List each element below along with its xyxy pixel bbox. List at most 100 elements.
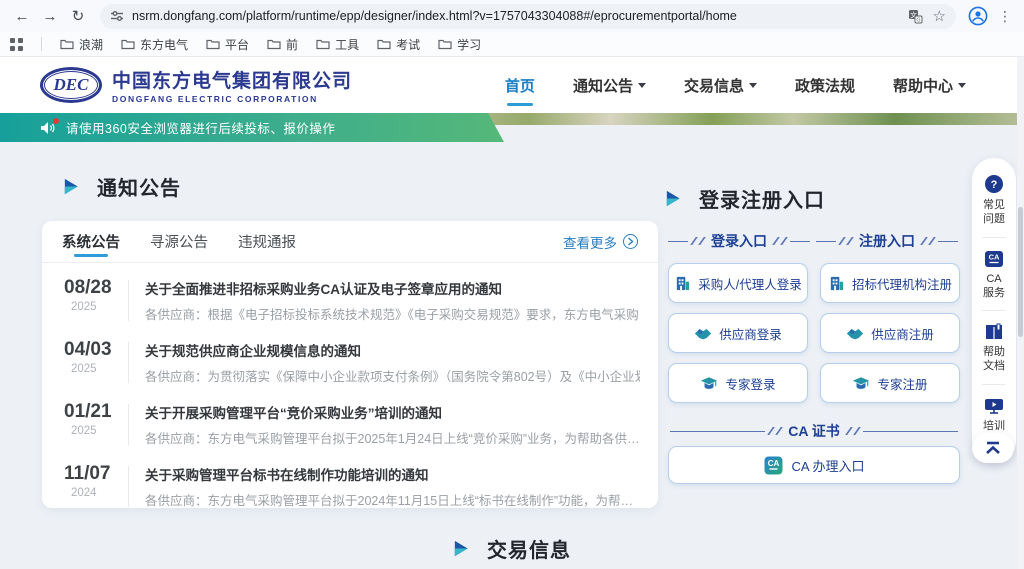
chevron-down-icon [958,83,966,92]
handshake-icon [846,326,864,341]
divider [128,466,129,507]
bookmark-label[interactable]: 浪潮 [79,36,103,53]
reload-icon[interactable]: ↻ [66,4,90,28]
address-bar[interactable]: nsrm.dongfang.com/platform/runtime/epp/d… [100,4,956,29]
notice-title[interactable]: 关于全面推进非招标采购业务CA认证及电子签章应用的通知 [145,278,640,298]
divider [982,237,1006,238]
screen: ← → ↻ nsrm.dongfang.com/platform/runtime… [0,0,1024,569]
bookmark-folder[interactable]: 东方电气 [121,36,188,53]
login-group-label: 登录入口 [668,231,810,251]
bookmark-label[interactable]: 平台 [225,36,249,53]
bookmark-folder[interactable]: 工具 [316,36,359,53]
login-section-title: 登录注册入口 [699,184,825,213]
site-header: DEC 中国东方电气集团有限公司 DONGFANG ELECTRIC CORPO… [0,57,1024,113]
trade-section-header: 交易信息 [452,534,571,563]
nav-home[interactable]: 首页 [505,69,535,102]
building-icon [828,275,845,292]
supplier-register-button[interactable]: 供应商注册 [820,313,960,353]
supplier-login-button[interactable]: 供应商登录 [668,313,808,353]
site-settings-icon[interactable] [110,9,124,23]
back-icon[interactable]: ← [10,4,34,28]
question-icon: ? [984,174,1004,194]
expert-register-button[interactable]: 专家注册 [820,363,960,403]
list-item[interactable]: 04/03 2025 关于规范供应商企业规模信息的通知 各供应商：为贯彻落实《保… [56,331,640,393]
notice-list: 08/28 2025 关于全面推进非招标采购业务CA认证及电子签章应用的通知 各… [42,263,658,517]
browser-notice-banner: 请使用360安全浏览器进行后续投标、报价操作 [0,113,504,142]
expert-login-button[interactable]: 专家登录 [668,363,808,403]
notice-title[interactable]: 关于规范供应商企业规模信息的通知 [145,340,640,360]
graduation-cap-icon [700,376,718,391]
chrome-menu-icon[interactable]: ⋮ [998,8,1012,25]
ca-badge-icon: CA [984,250,1004,268]
bookmark-folder[interactable]: 学习 [438,36,481,53]
help-docs-tool[interactable]: 帮助文档 [981,319,1007,382]
ca-badge-icon: CA [764,456,783,475]
dec-logo[interactable]: DEC 中国东方电气集团有限公司 DONGFANG ELECTRIC CORPO… [40,66,352,104]
section-arrow-icon [62,177,81,196]
bookmark-folder[interactable]: 考试 [377,36,420,53]
section-arrow-icon [452,539,471,558]
notification-dot [53,118,59,124]
notice-date: 08/28 [64,278,116,299]
svg-text:CA: CA [989,252,1000,261]
page-scrollbar[interactable] [1017,57,1024,569]
bookmark-label[interactable]: 前 [286,36,298,53]
bookmark-label[interactable]: 东方电气 [140,36,188,53]
bookmark-folder[interactable]: 平台 [206,36,249,53]
view-more-link[interactable]: 查看更多 [563,232,638,252]
notice-date: 11/07 [64,464,116,485]
forward-icon[interactable]: → [38,4,62,28]
document-icon [984,323,1004,341]
company-name-cn: 中国东方电气集团有限公司 [112,66,352,93]
notice-year: 2025 [64,425,116,437]
divider [128,342,129,383]
bid-agency-register-button[interactable]: 招标代理机构注册 [820,263,960,303]
bookmarks-bar: 浪潮 东方电气 平台 前 工具 考试 学习 [0,32,1024,57]
main-nav: 首页 通知公告 交易信息 政策法规 帮助中心 [505,69,966,102]
profile-avatar-icon[interactable] [968,6,988,26]
bookmark-label[interactable]: 工具 [335,36,359,53]
ca-service-tool[interactable]: CA CA服务 [981,246,1007,309]
bookmark-label[interactable]: 学习 [457,36,481,53]
handshake-icon [694,326,712,341]
notice-summary: 各供应商：根据《电子招标投标系统技术规范》《电子采购交易规范》要求，东方电气采购… [145,304,640,323]
purchaser-login-button[interactable]: 采购人/代理人登录 [668,263,808,303]
notice-title[interactable]: 关于采购管理平台标书在线制作功能培训的通知 [145,464,640,484]
ca-apply-button[interactable]: CA CA 办理入口 [668,446,960,484]
list-item[interactable]: 11/07 2024 关于采购管理平台标书在线制作功能培训的通知 各供应商：东方… [56,455,640,517]
circle-arrow-icon [623,234,638,249]
url-text[interactable]: nsrm.dongfang.com/platform/runtime/epp/d… [132,9,900,23]
notice-summary: 各供应商：为贯彻落实《保障中小企业款项支付条例》（国务院令第802号）及《中小企… [145,366,640,385]
notice-section-title: 通知公告 [97,172,181,201]
notice-tabs: 系统公告 寻源公告 违规通报 查看更多 [42,221,658,263]
divider [128,404,129,445]
bookmark-label[interactable]: 考试 [396,36,420,53]
notice-year: 2025 [64,301,116,313]
bookmark-folder[interactable]: 前 [267,36,298,53]
nav-help-center[interactable]: 帮助中心 [893,69,966,102]
nav-trade-info[interactable]: 交易信息 [684,69,757,102]
video-icon [984,397,1004,415]
list-item[interactable]: 08/28 2025 关于全面推进非招标采购业务CA认证及电子签章应用的通知 各… [56,269,640,331]
notice-title[interactable]: 关于开展采购管理平台“竞价采购业务”培训的通知 [145,402,640,422]
nav-policies[interactable]: 政策法规 [795,69,855,102]
faq-tool[interactable]: ? 常见问题 [981,170,1007,235]
divider [982,310,1006,311]
collapse-toolbar-button[interactable] [972,433,1014,463]
tab-sourcing-notices[interactable]: 寻源公告 [150,220,208,263]
notice-section-header: 通知公告 [62,172,181,201]
tab-violation-reports[interactable]: 违规通报 [238,220,296,263]
bookmark-star-icon[interactable]: ☆ [933,7,946,25]
nav-notices[interactable]: 通知公告 [573,69,646,102]
notice-date: 04/03 [64,340,116,361]
speaker-icon [40,121,56,135]
apps-grid-icon[interactable] [10,38,23,51]
tab-system-notices[interactable]: 系统公告 [62,220,120,263]
notice-summary: 各供应商：东方电气采购管理平台拟于2025年1月24日上线“竞价采购”业务，为帮… [145,428,640,447]
scrollbar-thumb[interactable] [1018,207,1023,337]
translate-icon[interactable]: 文 G [908,9,923,24]
list-item[interactable]: 01/21 2025 关于开展采购管理平台“竞价采购业务”培训的通知 各供应商：… [56,393,640,455]
chevron-down-icon [638,83,646,92]
notice-card: 系统公告 寻源公告 违规通报 查看更多 08/28 2025 关于全面推进非招标… [42,221,658,508]
bookmark-folder[interactable]: 浪潮 [60,36,103,53]
